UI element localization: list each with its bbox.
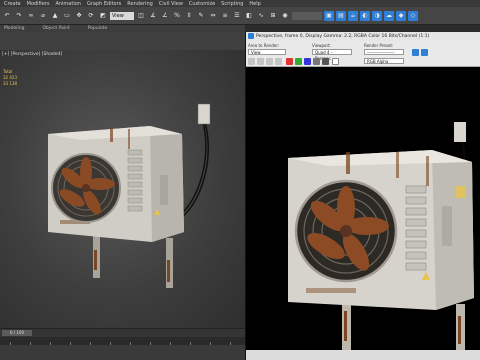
tab-populate[interactable]: Populate [88,26,108,31]
rendered-frame-icon[interactable]: ▤ [336,10,346,21]
tab-object-paint[interactable]: Object Paint [42,26,69,31]
mirror-icon[interactable]: ⇔ [208,11,218,21]
activeshade-icon[interactable]: ◑ [372,10,382,21]
graphite-icon[interactable]: ◧ [244,11,254,21]
menu-help[interactable]: Help [249,1,260,7]
percent-snap-icon[interactable]: % [172,11,182,21]
scale-icon[interactable]: ◩ [98,11,108,21]
channel-dropdown[interactable]: RGB Alpha [364,58,404,64]
alpha-channel-icon[interactable] [313,58,320,65]
menu-modifiers[interactable]: Modifiers [27,1,50,7]
move-icon[interactable]: ✥ [74,11,84,21]
render-cloud-icon[interactable]: ☁ [384,10,394,21]
redo-icon[interactable]: ↷ [14,11,24,21]
menu-scripting[interactable]: Scripting [221,1,243,7]
a360-icon[interactable]: ◆ [396,10,406,21]
area-to-render-label: Area to Render: [248,43,280,48]
menu-customize[interactable]: Customize [189,1,215,7]
render-iterative-icon[interactable]: ◐ [360,10,370,21]
clear-icon[interactable] [332,58,339,65]
menu-bar: Create Modifiers Animation Graph Editors… [0,0,480,7]
print-icon[interactable] [275,58,282,65]
render-setup-icon[interactable]: ▣ [324,10,334,21]
extra-icon[interactable]: ◇ [408,10,418,21]
viewport-dropdown[interactable]: Quad 4 - Perspec [312,49,352,61]
menu-rendering[interactable]: Rendering [127,1,153,7]
main-toolbar: ↶ ↷ ∞ ⌀ ▲ ▭ ✥ ⟳ ◩ View ◫ ∡ ∠ % ⇕ ✎ ⇔ ≡ ☰… [0,7,480,25]
save-image-icon[interactable] [248,58,255,65]
monochrome-icon[interactable] [322,58,329,65]
snap-icon[interactable]: ∡ [148,11,158,21]
environment-icon[interactable] [421,49,428,56]
red-channel-icon[interactable] [286,58,293,65]
menu-create[interactable]: Create [4,1,21,7]
copy-image-icon[interactable] [257,58,264,65]
rendered-image [288,122,474,350]
unlink-icon[interactable]: ⌀ [38,11,48,21]
schematic-icon[interactable]: ⊞ [268,11,278,21]
status-bar [0,345,245,360]
render-window-footer [246,350,480,360]
menu-graph-editors[interactable]: Graph Editors [87,1,121,7]
ribbon-panel [0,32,245,51]
render-window-title: Perspective, frame 0, Display Gamma: 2.2… [246,32,480,41]
link-icon[interactable]: ∞ [26,11,36,21]
select-icon[interactable]: ▲ [50,11,60,21]
menu-civil-view[interactable]: Civil View [159,1,183,7]
tab-modeling[interactable]: Modeling [4,26,24,31]
render-setup-rw-icon[interactable] [412,49,419,56]
perspective-viewport[interactable]: [+] [Perspective] [Shaded] Total 32 423 … [0,50,245,328]
spinner-snap-icon[interactable]: ⇕ [184,11,194,21]
undo-icon[interactable]: ↶ [2,11,12,21]
selection-set-dropdown[interactable] [292,11,322,20]
app-logo-icon [248,33,254,39]
clone-window-icon[interactable] [266,58,273,65]
viewport-label-rw: Viewport: [312,43,332,48]
ribbon-tabs: Modeling Object Paint Populate [0,25,245,32]
named-selection-icon[interactable]: ✎ [196,11,206,21]
render-production-icon[interactable]: ☕ [348,10,358,21]
reference-coord-dropdown[interactable]: View [110,11,134,20]
align-icon[interactable]: ≡ [220,11,230,21]
green-channel-icon[interactable] [295,58,302,65]
curve-editor-icon[interactable]: ∿ [256,11,266,21]
angle-snap-icon[interactable]: ∠ [160,11,170,21]
area-to-render-dropdown[interactable]: View [248,49,286,55]
material-editor-icon[interactable]: ◉ [280,11,290,21]
rendered-frame-window: Perspective, frame 0, Display Gamma: 2.2… [245,32,480,360]
render-preset-label: Render Preset: [364,43,394,48]
blue-channel-icon[interactable] [304,58,311,65]
trackbar[interactable] [0,337,245,345]
time-slider-thumb[interactable]: 0 / 100 [2,330,32,336]
select-region-icon[interactable]: ▭ [62,11,72,21]
layer-icon[interactable]: ☰ [232,11,242,21]
ac-unit-model-viewport [48,103,211,288]
render-controls: Area to Render: View Viewport: Quad 4 - … [246,41,480,67]
render-preset-dropdown[interactable]: ------------------- [364,49,404,55]
menu-animation[interactable]: Animation [55,1,81,7]
pivot-icon[interactable]: ◫ [136,11,146,21]
rotate-icon[interactable]: ⟳ [86,11,96,21]
